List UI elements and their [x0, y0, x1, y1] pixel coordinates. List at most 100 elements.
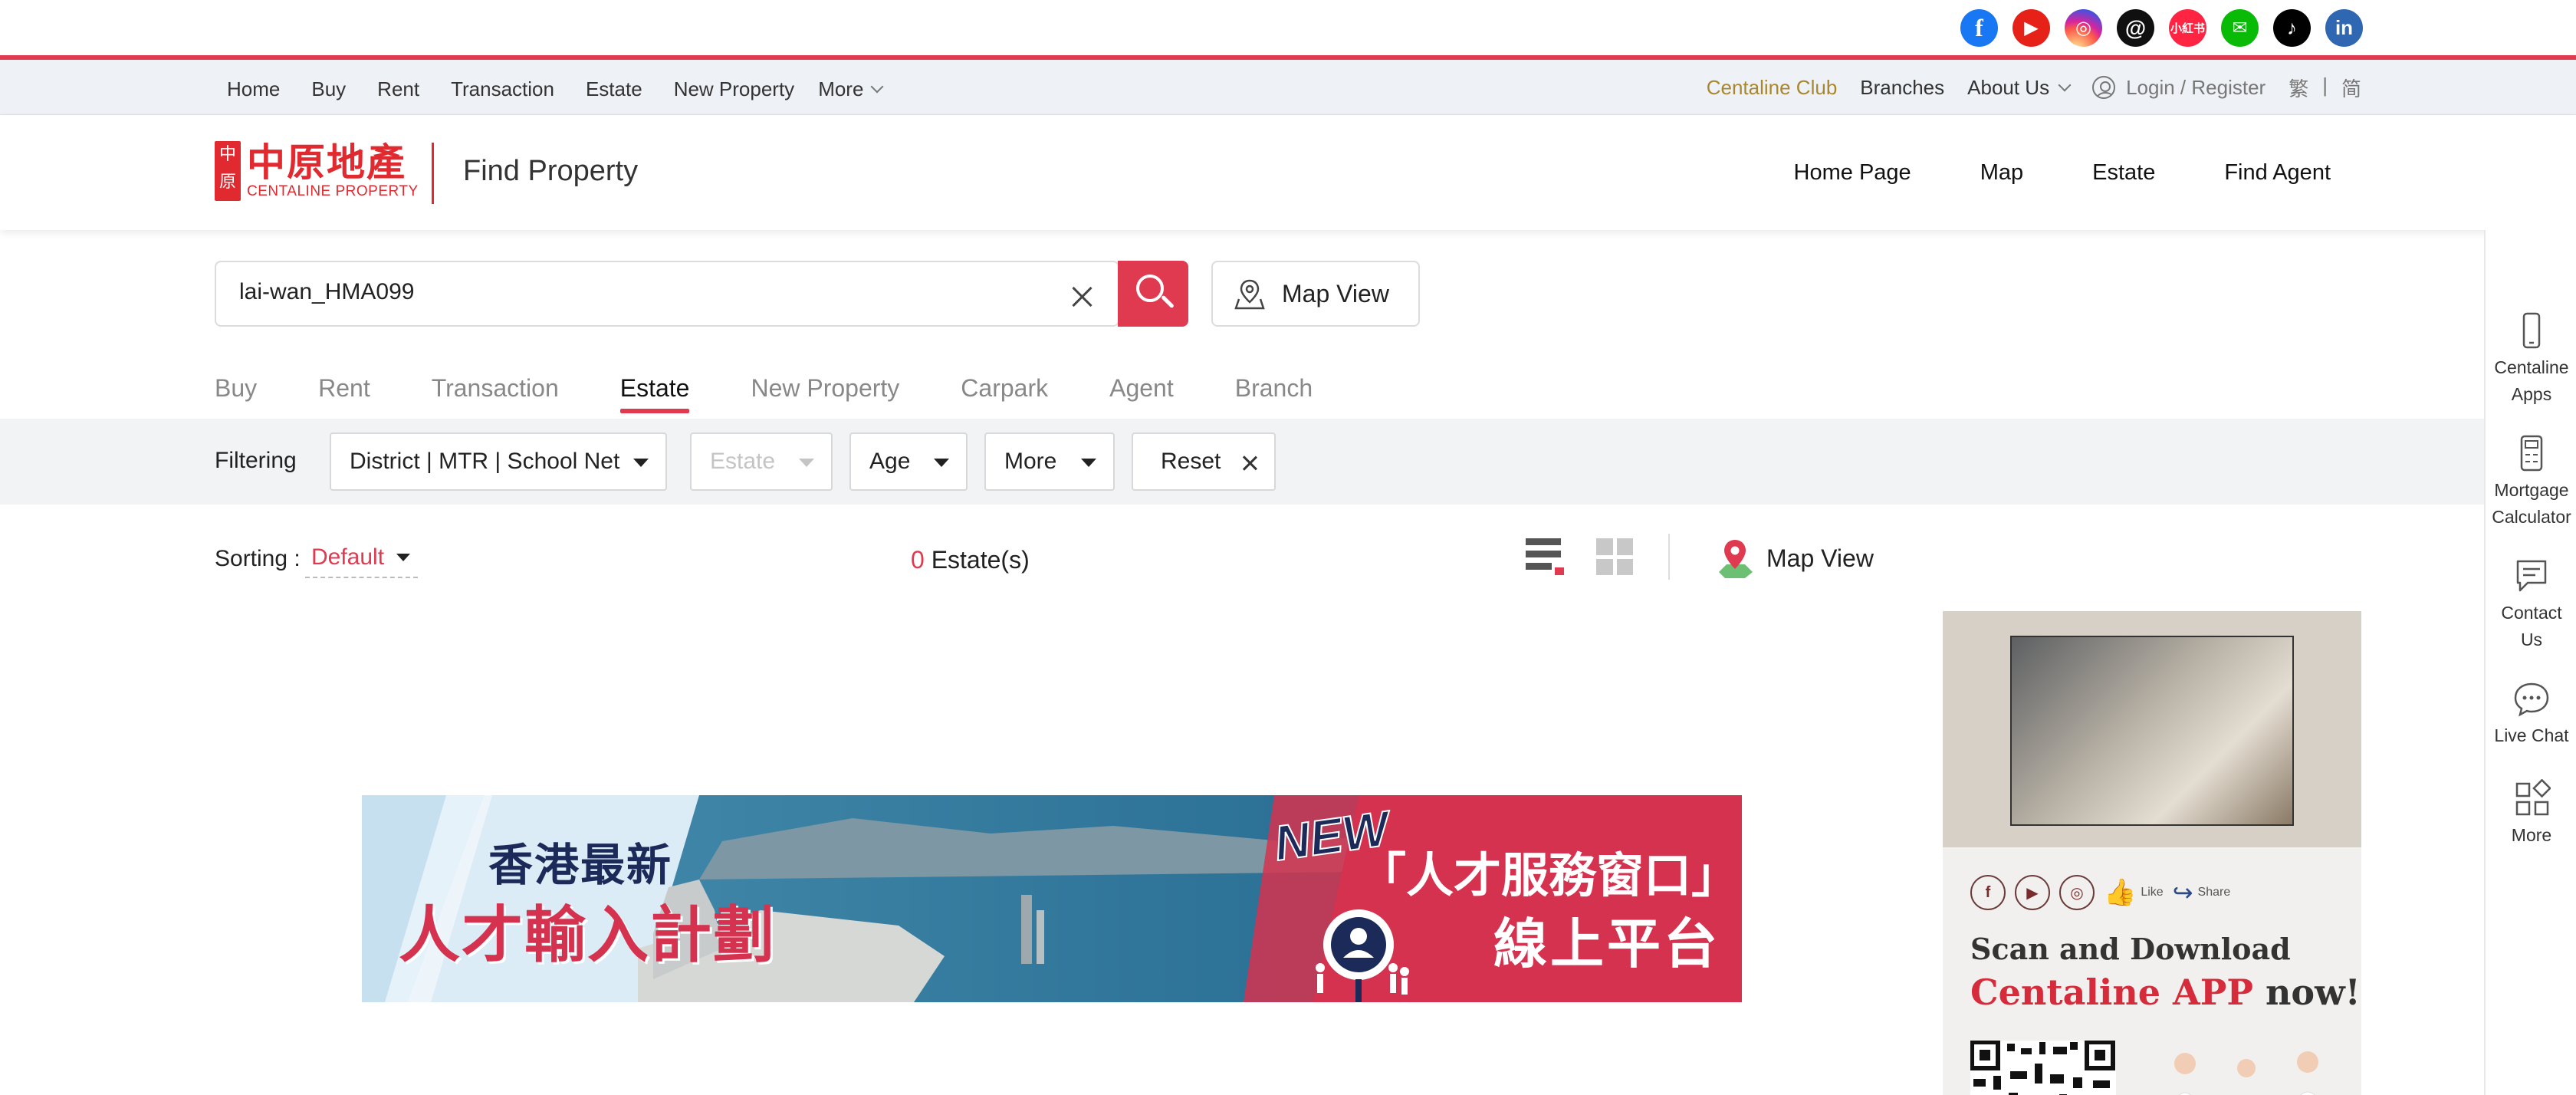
chat-bubble-icon	[2514, 682, 2549, 717]
centaline-logo[interactable]: 中原 中原地產 CENTALINE PROPERTY	[215, 141, 419, 201]
map-view-label: Map View	[1282, 279, 1389, 307]
more-dropdown-label: More	[1004, 449, 1057, 474]
page-title: Find Property	[463, 155, 639, 187]
logo-english: CENTALINE PROPERTY	[247, 183, 419, 199]
rail-chat-label: Live Chat	[2494, 725, 2569, 745]
top-nav-transaction[interactable]: Transaction	[451, 77, 554, 101]
lang-traditional[interactable]: 繁	[2288, 74, 2308, 102]
wechat-icon[interactable]: ✉	[2221, 9, 2259, 47]
ad-video-thumbnail[interactable]	[2010, 636, 2294, 826]
main-nav-estate[interactable]: Estate	[2092, 160, 2155, 186]
ad-now: now!	[2265, 972, 2361, 1013]
top-nav-more[interactable]: More	[818, 77, 884, 101]
banner-right-line1: 「人才服務窗口」	[1359, 847, 1740, 903]
app-download-ad[interactable]: f ▶ ◎ 👍 Like ↪ Share Scan and Download C…	[1943, 611, 2361, 1095]
rail-contact-us[interactable]: Contact Us	[2486, 557, 2576, 653]
xiaohongshu-icon[interactable]: 小紅书	[2169, 9, 2206, 47]
results-map-view-label: Map View	[1766, 544, 1874, 572]
threads-icon[interactable]: @	[2117, 9, 2154, 47]
grid-view-icon[interactable]	[1596, 538, 1633, 575]
tab-buy[interactable]: Buy	[215, 374, 257, 413]
tab-carpark[interactable]: Carpark	[961, 374, 1048, 413]
side-rail: Centaline Apps Mortgage Calculator Conta…	[2484, 230, 2576, 1095]
site-header: 中原 中原地產 CENTALINE PROPERTY Find Property…	[0, 115, 2576, 230]
view-separator	[1668, 534, 1670, 580]
top-nav-new-property[interactable]: New Property	[674, 77, 795, 101]
message-icon	[2516, 560, 2547, 592]
tab-estate[interactable]: Estate	[619, 374, 689, 413]
rail-centaline-apps[interactable]: Centaline Apps	[2486, 311, 2576, 408]
list-view-icon[interactable]	[1526, 537, 1564, 575]
share-button[interactable]: ↪ Share	[2173, 878, 2231, 907]
tab-rent[interactable]: Rent	[318, 374, 370, 413]
branches-link[interactable]: Branches	[1860, 76, 1944, 100]
like-button[interactable]: 👍 Like	[2104, 877, 2164, 908]
top-nav-buy[interactable]: Buy	[311, 77, 346, 101]
about-us-label: About Us	[1967, 75, 2050, 99]
lang-simplified[interactable]: 简	[2341, 74, 2361, 102]
result-count-number: 0	[911, 546, 925, 574]
search-button[interactable]	[1118, 261, 1188, 327]
facebook-icon[interactable]: f	[1970, 875, 2006, 910]
rail-mortgage-label-2: Calculator	[2492, 507, 2571, 527]
ad-app-name: Centaline APP	[1970, 972, 2253, 1013]
top-nav-estate[interactable]: Estate	[586, 77, 642, 101]
main-nav-map[interactable]: Map	[1980, 160, 2023, 186]
caret-down-icon	[799, 459, 814, 467]
login-register-link[interactable]: Login / Register	[2092, 76, 2266, 100]
map-pin-icon	[1234, 279, 1265, 310]
more-filters-dropdown[interactable]: More	[984, 432, 1115, 491]
main-nav-home-page[interactable]: Home Page	[1794, 160, 1911, 186]
rail-live-chat[interactable]: Live Chat	[2486, 679, 2576, 749]
logo-text: 中原地產 CENTALINE PROPERTY	[247, 142, 419, 200]
map-view-button[interactable]: Map View	[1211, 261, 1420, 327]
top-nav-rent[interactable]: Rent	[377, 77, 419, 101]
tab-new-property[interactable]: New Property	[751, 374, 899, 413]
login-label: Login / Register	[2126, 75, 2266, 99]
reset-button[interactable]: Reset	[1132, 432, 1276, 491]
result-count-label: Estate(s)	[931, 546, 1030, 574]
top-nav-home[interactable]: Home	[227, 77, 280, 101]
logo-divider	[432, 143, 434, 204]
rail-apps-label-1: Centaline	[2494, 357, 2569, 377]
sorting-dropdown[interactable]: Default	[305, 543, 419, 578]
instagram-icon[interactable]: ◎	[2065, 9, 2102, 47]
instagram-icon[interactable]: ◎	[2059, 875, 2095, 910]
rail-mortgage-calculator[interactable]: Mortgage Calculator	[2486, 434, 2576, 531]
qr-code	[1970, 1041, 2116, 1095]
share-label: Share	[2197, 886, 2231, 899]
top-nav-links: Home Buy Rent Transaction Estate New Pro…	[227, 60, 884, 115]
youtube-icon[interactable]: ▶	[2015, 875, 2050, 910]
talent-scheme-banner[interactable]: 香港最新 人才輸入計劃 NEW 「人才服務窗口」 線上平台	[362, 795, 1742, 1002]
language-switch: 繁 | 简	[2288, 74, 2361, 102]
main-nav-find-agent[interactable]: Find Agent	[2224, 160, 2331, 186]
linkedin-icon[interactable]: in	[2325, 9, 2363, 47]
tab-agent[interactable]: Agent	[1109, 374, 1174, 413]
banner-right-line2: 線上平台	[1493, 913, 1720, 975]
social-icons: f ▶ ◎ @ 小紅书 ✉ ♪ in	[1960, 9, 2363, 47]
results-map-view-button[interactable]: Map View	[1716, 537, 1874, 580]
tiktok-icon[interactable]: ♪	[2273, 9, 2311, 47]
about-us-menu[interactable]: About Us	[1967, 75, 2072, 100]
centaline-club-link[interactable]: Centaline Club	[1707, 76, 1838, 100]
caret-down-icon	[934, 459, 949, 467]
lang-separator: |	[2322, 73, 2328, 97]
top-nav: Home Buy Rent Transaction Estate New Pro…	[0, 60, 2576, 115]
map-pin-icon	[1719, 540, 1753, 578]
age-dropdown[interactable]: Age	[849, 432, 968, 491]
facebook-icon[interactable]: f	[1960, 9, 1998, 47]
close-icon[interactable]	[1070, 285, 1093, 308]
chevron-down-icon	[870, 80, 884, 94]
top-nav-more-label: More	[818, 77, 864, 100]
main-nav: Home Page Map Estate Find Agent	[1794, 115, 2331, 230]
youtube-icon[interactable]: ▶	[2013, 9, 2050, 47]
district-dropdown[interactable]: District | MTR | School Net	[330, 432, 667, 491]
search-input-value: lai-wan_HMA099	[239, 279, 415, 304]
close-icon	[1242, 455, 1257, 471]
reset-label: Reset	[1161, 449, 1221, 474]
district-dropdown-label: District | MTR | School Net	[350, 449, 620, 474]
tab-branch[interactable]: Branch	[1235, 374, 1313, 413]
tab-transaction[interactable]: Transaction	[432, 374, 559, 413]
search-input[interactable]: lai-wan_HMA099	[215, 261, 1119, 327]
rail-more[interactable]: More	[2486, 779, 2576, 849]
